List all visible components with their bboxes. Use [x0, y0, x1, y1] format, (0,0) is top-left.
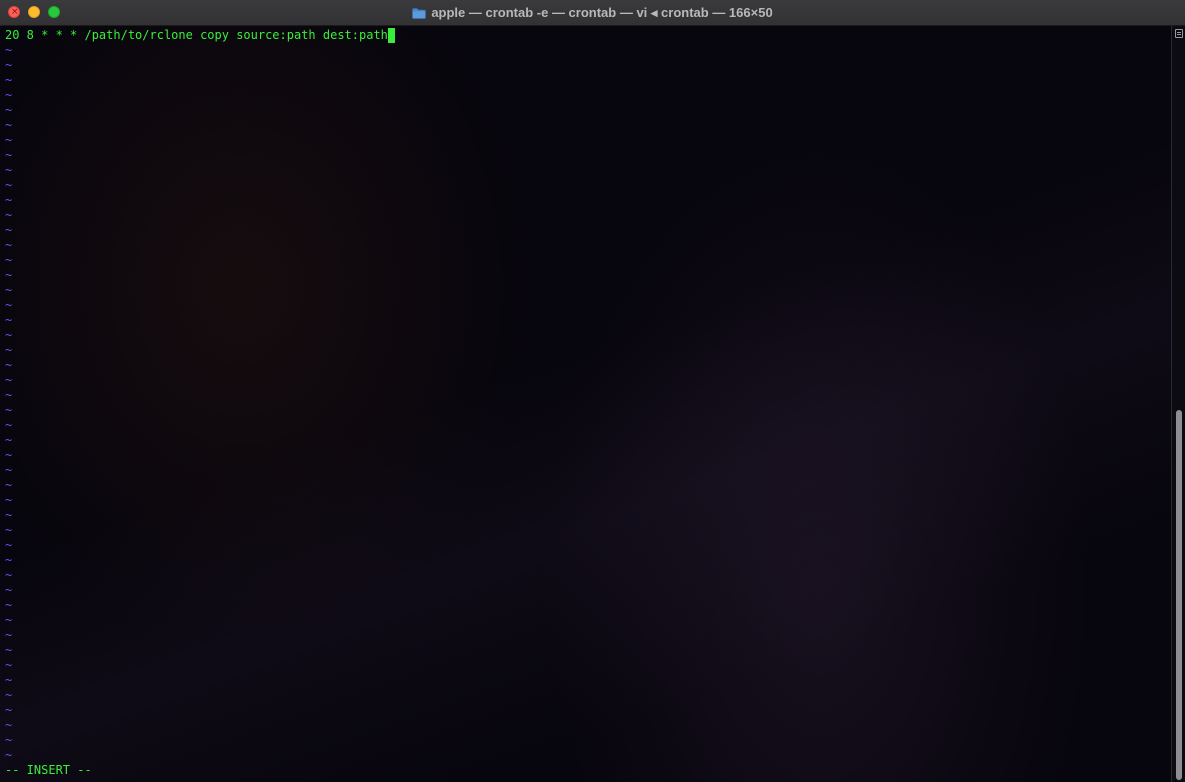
- empty-line-tilde: ~: [5, 568, 13, 582]
- empty-line-tilde: ~: [5, 598, 13, 612]
- terminal-window: × apple — crontab -e — crontab — vi ◂ cr…: [0, 0, 1185, 782]
- empty-line-tilde: ~: [5, 73, 13, 87]
- vertical-scrollbar[interactable]: [1171, 26, 1185, 782]
- empty-line-tilde: ~: [5, 58, 13, 72]
- scroll-lines-icon[interactable]: [1175, 29, 1183, 38]
- text-cursor: [387, 28, 395, 43]
- empty-line-tilde: ~: [5, 343, 13, 357]
- empty-line-tilde: ~: [5, 748, 13, 762]
- empty-line-tilde: ~: [5, 463, 13, 477]
- empty-line-tilde: ~: [5, 703, 13, 717]
- empty-line-tilde: ~: [5, 223, 13, 237]
- empty-line-tilde: ~: [5, 523, 13, 537]
- empty-line-tilde: ~: [5, 418, 13, 432]
- window-title: apple — crontab -e — crontab — vi ◂ cron…: [431, 5, 773, 20]
- title-bar[interactable]: × apple — crontab -e — crontab — vi ◂ cr…: [0, 0, 1185, 26]
- empty-line-tilde: ~: [5, 298, 13, 312]
- empty-line-tilde: ~: [5, 733, 13, 747]
- empty-line-tilde: ~: [5, 388, 13, 402]
- folder-icon: [412, 7, 427, 19]
- empty-line-tilde: ~: [5, 403, 13, 417]
- empty-line-tilde: ~: [5, 133, 13, 147]
- empty-line-tilde: ~: [5, 718, 13, 732]
- empty-line-tilde: ~: [5, 643, 13, 657]
- empty-line-tilde: ~: [5, 553, 13, 567]
- empty-line-tilde: ~: [5, 88, 13, 102]
- empty-line-tilde: ~: [5, 448, 13, 462]
- empty-line-tilde: ~: [5, 493, 13, 507]
- empty-line-tilde: ~: [5, 478, 13, 492]
- empty-line-tilde: ~: [5, 283, 13, 297]
- empty-line-tilde: ~: [5, 148, 13, 162]
- empty-line-tilde: ~: [5, 658, 13, 672]
- crontab-line[interactable]: 20 8 * * * /path/to/rclone copy source:p…: [5, 28, 395, 43]
- empty-line-tilde: ~: [5, 268, 13, 282]
- empty-line-tilde: ~: [5, 583, 13, 597]
- mode-status: -- INSERT --: [5, 763, 92, 777]
- empty-line-tilde: ~: [5, 238, 13, 252]
- empty-line-tilde: ~: [5, 193, 13, 207]
- empty-line-tilde: ~: [5, 118, 13, 132]
- empty-line-tilde: ~: [5, 313, 13, 327]
- window-title-group: apple — crontab -e — crontab — vi ◂ cron…: [0, 0, 1185, 26]
- empty-line-tilde: ~: [5, 538, 13, 552]
- empty-line-tilde: ~: [5, 433, 13, 447]
- empty-line-tilde: ~: [5, 628, 13, 642]
- empty-line-tilde: ~: [5, 163, 13, 177]
- empty-line-tilde: ~: [5, 178, 13, 192]
- empty-line-tilde: ~: [5, 373, 13, 387]
- empty-line-tilde: ~: [5, 613, 13, 627]
- empty-line-tilde: ~: [5, 253, 13, 267]
- empty-line-tilde: ~: [5, 673, 13, 687]
- empty-line-tilde: ~: [5, 208, 13, 222]
- empty-line-tilde: ~: [5, 508, 13, 522]
- empty-line-tilde: ~: [5, 43, 13, 57]
- empty-line-markers: ~ ~ ~ ~ ~ ~ ~ ~ ~ ~ ~ ~ ~ ~ ~ ~ ~ ~ ~ ~ ~ ~ ~ ~ ~ ~ ~ ~ ~ ~ ~ ~ ~ ~ ~ ~ ~ ~ ~ ~…: [5, 43, 15, 763]
- crontab-entry-text: 20 8 * * * /path/to/rclone copy source:p…: [5, 28, 388, 42]
- empty-line-tilde: ~: [5, 328, 13, 342]
- scrollbar-thumb[interactable]: [1176, 410, 1182, 780]
- empty-line-tilde: ~: [5, 103, 13, 117]
- empty-line-tilde: ~: [5, 688, 13, 702]
- empty-line-tilde: ~: [5, 358, 13, 372]
- terminal-content[interactable]: 20 8 * * * /path/to/rclone copy source:p…: [0, 26, 1171, 782]
